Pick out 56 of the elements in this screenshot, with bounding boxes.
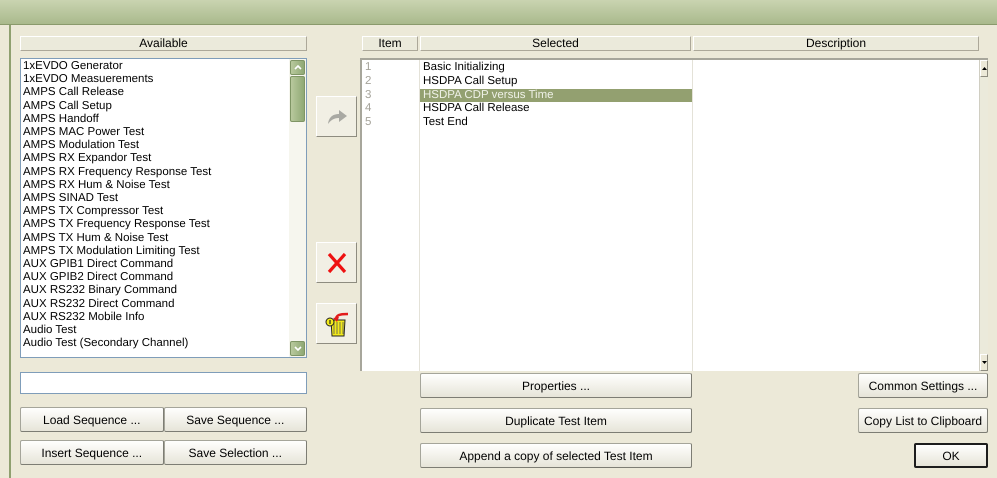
triangle-up-icon [982, 67, 986, 70]
list-item[interactable]: AUX GPIB1 Direct Command [23, 258, 289, 272]
dialog-button[interactable]: Copy List to Clipboard [858, 408, 988, 433]
curved-arrow-icon [326, 108, 348, 124]
dialog-button[interactable]: Save Selection ... [164, 440, 307, 465]
list-item[interactable]: AUX RS232 Direct Command [23, 298, 289, 311]
list-item[interactable]: Audio Test [23, 324, 289, 338]
list-item[interactable]: 1xEVDO Measuerements [23, 73, 289, 86]
list-item[interactable]: Audio Test (Secondary Channel) [23, 337, 289, 350]
list-item[interactable]: AMPS Modulation Test [23, 139, 289, 152]
list-item[interactable]: 1xEVDO Generator [23, 60, 289, 74]
row-number: 5 [365, 116, 372, 130]
row-number: 4 [365, 102, 372, 116]
sequence-item[interactable]: HSDPA Call Setup [420, 74, 692, 89]
triangle-down-icon [982, 361, 986, 364]
list-item[interactable]: AUX GPIB2 Direct Command [23, 271, 289, 284]
list-item[interactable]: AMPS MAC Power Test [23, 126, 289, 140]
list-item[interactable]: AMPS Handoff [23, 112, 289, 126]
dialog-button[interactable]: Common Settings ... [858, 373, 988, 398]
list-item[interactable]: AMPS RX Frequency Response Test [23, 166, 289, 179]
list-item[interactable]: AMPS TX Hum & Noise Test [23, 232, 289, 245]
dialog-button[interactable]: OK [914, 443, 988, 468]
list-item[interactable]: AMPS Call Release [23, 86, 289, 100]
row-number: 3 [365, 88, 372, 102]
list-item[interactable]: AMPS RX Hum & Noise Test [23, 178, 289, 192]
list-item[interactable]: AMPS SINAD Test [23, 192, 289, 206]
row-number: 2 [365, 74, 372, 89]
chevron-up-icon [294, 65, 302, 70]
list-item[interactable]: AMPS TX Frequency Response Test [23, 218, 289, 232]
sequence-item[interactable]: HSDPA Call Release [420, 102, 692, 116]
dialog-button[interactable]: Load Sequence ... [20, 407, 164, 432]
input-field[interactable] [20, 372, 307, 394]
dialog-button[interactable]: Save Sequence ... [164, 407, 307, 432]
icon-button[interactable] [316, 303, 357, 344]
list-item[interactable]: AMPS Call Setup [23, 100, 289, 113]
column-header[interactable]: Item [362, 36, 418, 51]
column-header: Available [20, 36, 307, 51]
dialog-button[interactable]: Duplicate Test Item [420, 408, 692, 433]
list-item[interactable]: AMPS RX Expandor Test [23, 152, 289, 166]
list-item[interactable]: AUX RS232 Binary Command [23, 284, 289, 298]
trash-can-icon [324, 310, 350, 336]
dialog-button[interactable]: Insert Sequence ... [20, 440, 164, 465]
dialog-button[interactable]: Append a copy of selected Test Item [420, 443, 692, 468]
list-item[interactable]: AMPS TX Compressor Test [23, 205, 289, 218]
row-number: 1 [365, 61, 372, 75]
column-header[interactable]: Description [693, 36, 979, 51]
dialog-button[interactable]: Properties ... [420, 373, 692, 398]
scrollbar[interactable] [289, 59, 306, 357]
list-item[interactable]: AMPS TX Modulation Limiting Test [23, 244, 289, 258]
list-item[interactable]: AUX RS232 Mobile Info [23, 310, 289, 324]
chevron-down-icon [294, 346, 302, 351]
sequence-item[interactable]: Basic Initializing [420, 61, 692, 75]
column-header[interactable]: Selected [420, 36, 691, 51]
delete-x-icon [326, 252, 346, 274]
sequence-item[interactable]: Test End [420, 116, 692, 130]
scroll-thumb[interactable] [290, 76, 305, 122]
